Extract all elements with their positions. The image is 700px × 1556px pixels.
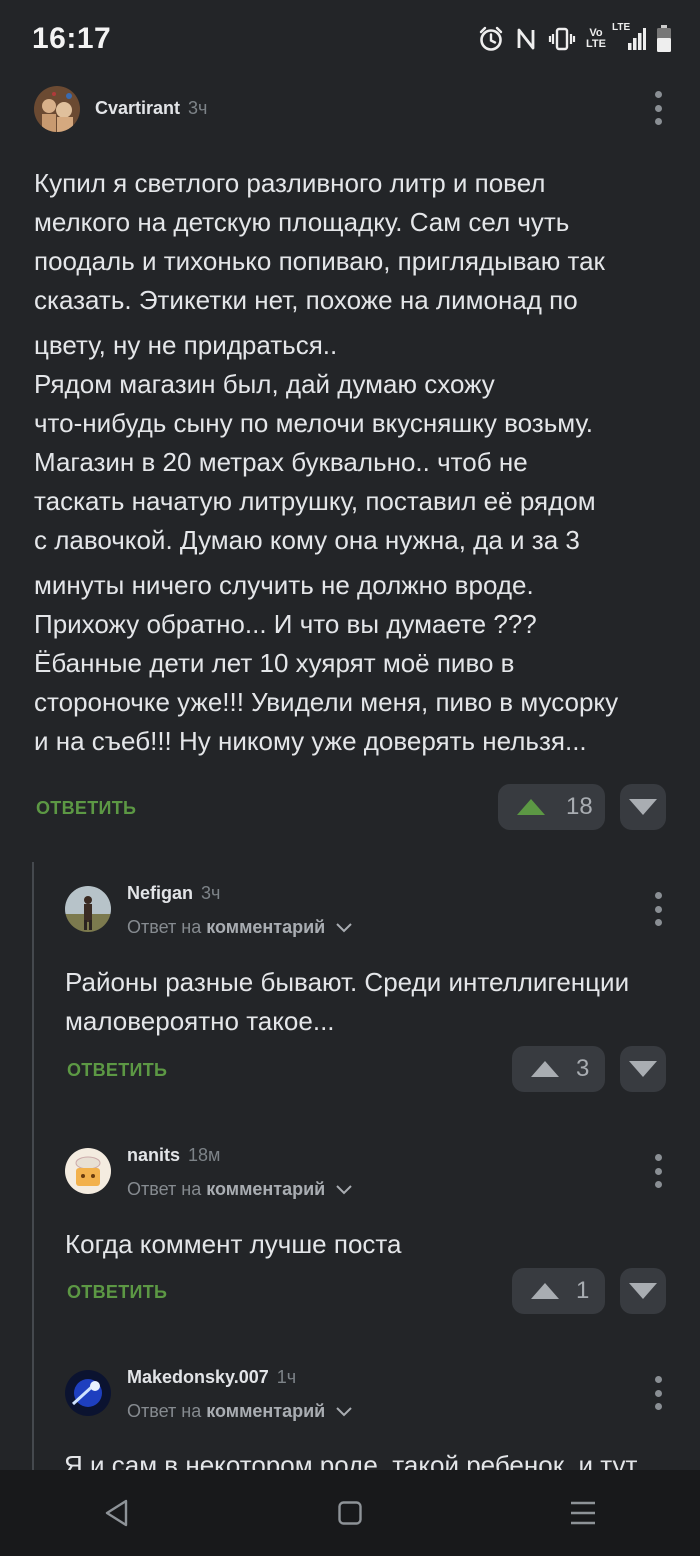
upvote-button[interactable]: 1 [512,1268,605,1314]
reply-button[interactable]: ОТВЕТИТЬ [36,798,136,819]
recents-icon[interactable] [563,1493,603,1533]
text-line: цвету, ну не придраться.. [34,330,338,360]
reply-target: комментарий [206,917,326,937]
upvote-icon [531,1061,559,1077]
downvote-icon [629,1283,657,1299]
home-icon[interactable] [330,1493,370,1533]
chevron-down-icon [336,1407,352,1417]
comment-menu-button[interactable] [648,892,668,926]
vote-count: 1 [576,1277,590,1304]
comment-age: 3ч [188,98,208,118]
comment-author[interactable]: nanits 18м [127,1145,220,1166]
comment-age: 3ч [201,883,221,903]
reply-prefix: Ответ на [127,1401,202,1421]
reply-button[interactable]: ОТВЕТИТЬ [67,1282,167,1303]
avatar[interactable] [34,86,80,132]
vote-count: 3 [576,1055,590,1082]
comment-author[interactable]: Makedonsky.007 1ч [127,1367,296,1388]
reply-to-link[interactable]: Ответ на комментарий [127,917,352,938]
author-name[interactable]: nanits [127,1145,180,1165]
avatar[interactable] [65,1148,111,1194]
text-line: стороночке уже!!! Увидели меня, пиво в м… [34,687,619,717]
text-line: минуты ничего случить не должно вроде. [34,570,534,600]
text-line: Рядом магазин был, дай думаю схожу [34,369,495,399]
upvote-button[interactable]: 18 [498,784,605,830]
avatar[interactable] [65,886,111,932]
comment-age: 1ч [276,1367,297,1387]
text-line: сказать. Этикетки нет, похоже на лимонад… [34,285,578,315]
comment-text: Районы разные бывают. Среди интеллигенци… [65,963,685,1041]
author-name[interactable]: Makedonsky.007 [127,1367,269,1387]
downvote-icon [629,1061,657,1077]
text-line: маловероятно такое... [65,1006,335,1036]
reply-to-link[interactable]: Ответ на комментарий [127,1401,352,1422]
comment-text: Я и сам в некотором роде, такой ребенок,… [64,1442,694,1470]
reply-to-link[interactable]: Ответ на комментарий [127,1179,352,1200]
comment-menu-button[interactable] [648,1376,668,1410]
reply-button[interactable]: ОТВЕТИТЬ [67,1060,167,1081]
downvote-button[interactable] [620,1046,666,1092]
author-name[interactable]: Cvartirant [95,98,180,118]
upvote-icon [517,799,545,815]
reply-target: комментарий [206,1401,326,1421]
comment-age: 18м [188,1145,221,1165]
text-line: что-нибудь сыну по мелочи вкусняшку возь… [34,408,594,438]
comment-author[interactable]: Cvartirant 3ч [95,98,207,119]
chevron-down-icon [336,1185,352,1195]
text-line: Районы разные бывают. Среди интеллигенци… [65,967,630,997]
comment-cvartirant: Cvartirant 3ч Купил я светлого разливного… [0,0,700,840]
text-line: Прихожу обратно... И что вы думаете ??? [34,609,537,639]
comment-text: Когда коммент лучше поста [65,1225,685,1264]
reply-prefix: Ответ на [127,1179,202,1199]
text-line: поодаль и тихонько попиваю, приглядываю … [34,246,605,276]
text-line: Магазин в 20 метрах буквально.. чтоб не [34,447,528,477]
chevron-down-icon [336,923,352,933]
text-line: Купил я светлого разливного литр и повел [34,168,546,198]
reply-target: комментарий [206,1179,326,1199]
system-nav-bar [0,1470,700,1556]
downvote-button[interactable] [620,784,666,830]
comment-text: Купил я светлого разливного литр и повел… [34,164,674,761]
upvote-icon [531,1283,559,1299]
author-name[interactable]: Nefigan [127,883,193,903]
text-line: с лавочкой. Думаю кому она нужна, да и з… [34,525,580,555]
reply-prefix: Ответ на [127,917,202,937]
comment-author[interactable]: Nefigan 3ч [127,883,220,904]
text-line: и на съеб!!! Ну никому уже доверять нель… [34,726,587,756]
avatar[interactable] [65,1370,111,1416]
upvote-button[interactable]: 3 [512,1046,605,1092]
comment-menu-button[interactable] [648,1154,668,1188]
text-line: Я и сам в некотором роде, такой ребенок,… [64,1450,638,1470]
thread-line [32,862,34,1482]
text-line: Когда коммент лучше поста [65,1229,402,1259]
text-line: Ёбанные дети лет 10 хуярят моё пиво в [34,648,515,678]
downvote-icon [629,799,657,815]
vote-count: 18 [566,793,593,820]
text-line: мелкого на детскую площадку. Сам сел чут… [34,207,570,237]
text-line: таскать начатую литрушку, поставил её ря… [34,486,596,516]
downvote-button[interactable] [620,1268,666,1314]
comment-menu-button[interactable] [648,91,668,125]
back-icon[interactable] [97,1493,137,1533]
